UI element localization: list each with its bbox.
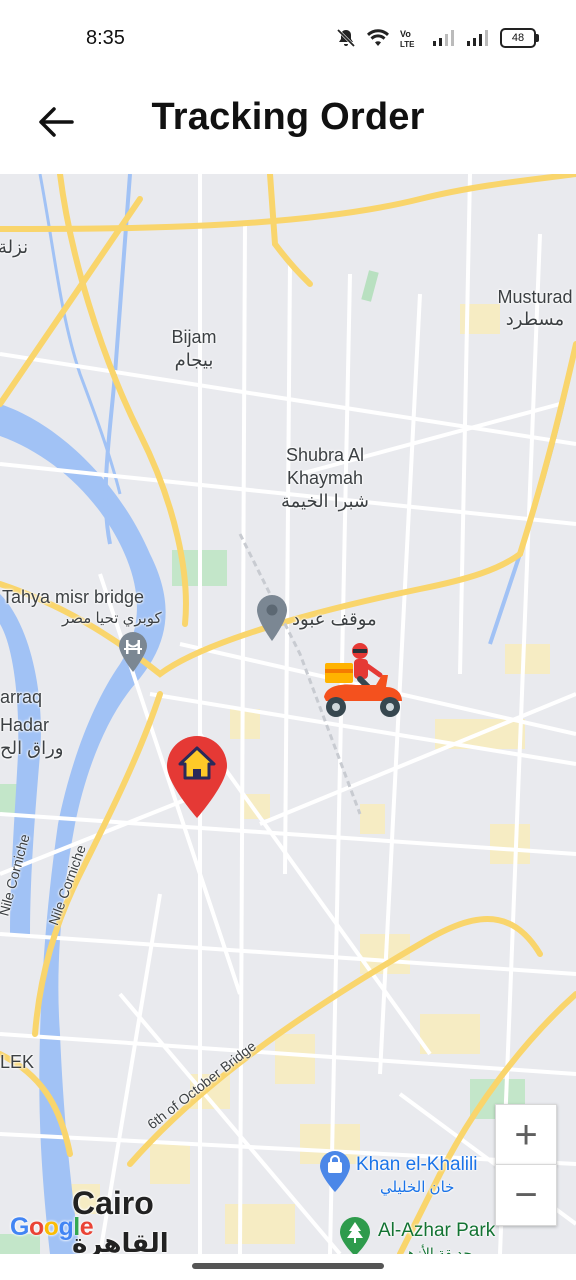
mute-icon: [336, 28, 356, 48]
map-label: موقف عبود: [292, 609, 377, 629]
google-logo: Google: [10, 1213, 94, 1241]
map-background: [0, 174, 576, 1254]
bridge-icon[interactable]: [117, 632, 149, 672]
location-pin-icon[interactable]: [255, 593, 289, 641]
map-label: بيجام: [174, 350, 214, 370]
app-bar: Tracking Order: [0, 76, 576, 174]
map-label: Khaymah: [286, 468, 364, 488]
status-bar: 8:35 Vo LTE 48: [0, 0, 576, 76]
page-title: Tracking Order: [151, 96, 425, 138]
map-label: LEK: [0, 1052, 35, 1072]
map-label: نزلة: [0, 237, 29, 257]
battery-level: 48: [511, 32, 525, 44]
home-marker-icon[interactable]: [164, 734, 230, 818]
map-label: Al-Azhar Park: [378, 1220, 496, 1241]
tree-icon[interactable]: [338, 1216, 372, 1254]
map-label: شبرا الخيمة: [280, 491, 370, 511]
home-gesture-handle[interactable]: [192, 1263, 384, 1269]
status-icons: Vo LTE 48: [336, 26, 539, 50]
map-label: Khan el-Khalili: [356, 1154, 478, 1175]
map-label: arraq: [0, 687, 43, 707]
wifi-icon: [367, 29, 389, 46]
map-label: وراق الح: [0, 738, 64, 758]
map-label: Hadar: [0, 715, 50, 735]
map-label: Musturad: [497, 287, 573, 307]
park-area: [361, 270, 379, 302]
zoom-out-button[interactable]: −: [495, 1164, 557, 1226]
map-label: Shubra Al: [285, 445, 365, 465]
signal-icon: [433, 30, 454, 46]
battery-icon: 48: [500, 28, 539, 48]
map-label: Bijam: [171, 327, 217, 347]
zoom-in-button[interactable]: +: [495, 1104, 557, 1166]
map-view[interactable]: نزلة Musturad مسطرد Bijam بيجام Shubra A…: [0, 174, 576, 1254]
volte-icon: Vo LTE: [400, 29, 415, 48]
shopping-bag-icon[interactable]: [318, 1150, 352, 1192]
map-label: حديقة الأزهر: [400, 1245, 473, 1254]
delivery-scooter-icon[interactable]: [320, 639, 404, 723]
map-label: خان الخليلي: [380, 1179, 455, 1196]
map-label: مسطرد: [505, 309, 565, 329]
svg-text:LTE: LTE: [400, 40, 415, 48]
map-label: Cairo: [72, 1185, 154, 1221]
status-time: 8:35: [86, 27, 125, 49]
svg-text:Vo: Vo: [400, 29, 411, 39]
signal-icon: [467, 30, 488, 46]
map-label: كوبري تحيا مصر: [62, 610, 162, 627]
system-nav-bar: [0, 1254, 576, 1280]
map-label: Tahya misr bridge: [2, 587, 145, 607]
